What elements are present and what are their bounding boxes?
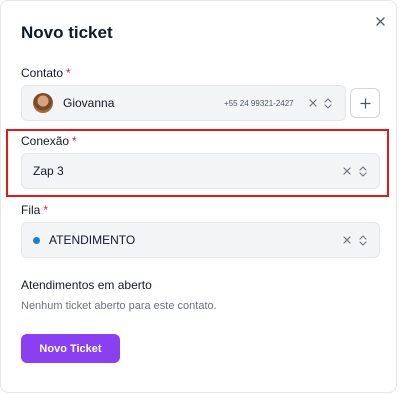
plus-icon bbox=[359, 97, 371, 109]
queue-select[interactable]: ATENDIMENTO bbox=[21, 222, 380, 258]
required-mark: * bbox=[72, 134, 77, 148]
clear-x-icon[interactable] bbox=[341, 223, 353, 257]
contact-select[interactable]: Giovanna +55 24 99321-2427 bbox=[21, 85, 346, 121]
queue-color-dot bbox=[33, 236, 40, 244]
open-tickets-empty-text: Nenhum ticket aberto para este contato. bbox=[21, 300, 217, 312]
open-tickets-title: Atendimentos em aberto bbox=[21, 278, 152, 292]
clear-x-icon[interactable] bbox=[341, 154, 353, 188]
chevron-up-down-icon[interactable] bbox=[356, 154, 370, 188]
required-mark: * bbox=[43, 203, 49, 217]
connection-label: Conexão * bbox=[21, 134, 77, 148]
connection-value: Zap 3 bbox=[33, 164, 64, 178]
chevron-up-down-icon[interactable] bbox=[356, 223, 370, 257]
new-ticket-dialog: Novo ticket Contato * Giovanna +55 24 993… bbox=[0, 0, 397, 393]
chevron-up-down-icon[interactable] bbox=[321, 86, 335, 120]
close-icon[interactable] bbox=[373, 14, 387, 28]
queue-value: ATENDIMENTO bbox=[49, 233, 136, 247]
required-mark: * bbox=[66, 66, 71, 80]
queue-label: Fila * bbox=[21, 203, 48, 217]
add-contact-button[interactable] bbox=[350, 88, 380, 118]
connection-select[interactable]: Zap 3 bbox=[21, 153, 380, 189]
connection-label-text: Conexão bbox=[21, 134, 70, 148]
contact-phone: +55 24 99321-2427 bbox=[224, 98, 294, 108]
queue-label-text: Fila bbox=[21, 203, 41, 217]
avatar bbox=[33, 93, 53, 113]
contact-label-text: Contato bbox=[21, 66, 64, 80]
new-ticket-button[interactable]: Novo Ticket bbox=[21, 334, 120, 363]
contact-name: Giovanna bbox=[63, 96, 115, 110]
dialog-title: Novo ticket bbox=[21, 23, 113, 42]
clear-x-icon[interactable] bbox=[307, 86, 319, 120]
contact-label: Contato * bbox=[21, 66, 71, 80]
